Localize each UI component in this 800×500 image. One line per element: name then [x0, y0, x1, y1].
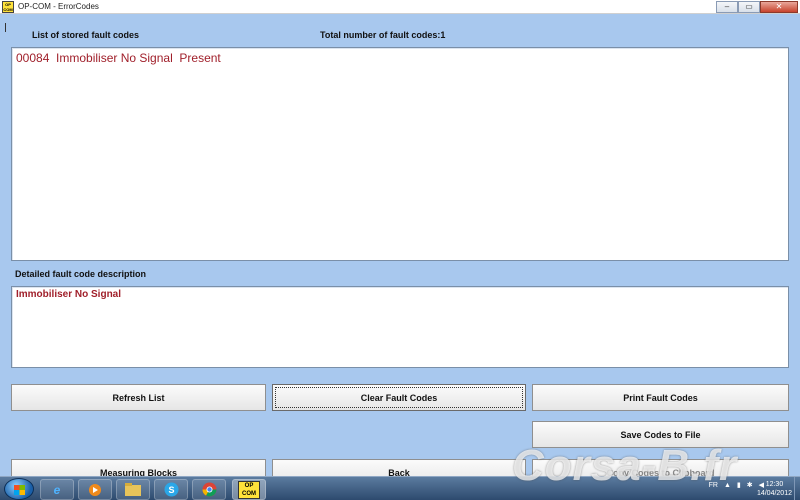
watermark: Corsa-B.fr: [512, 441, 738, 490]
clear-fault-codes-button[interactable]: Clear Fault Codes: [272, 384, 526, 411]
network-icon[interactable]: ▮: [737, 481, 741, 489]
opcom-app-icon: OP COM: [2, 0, 14, 13]
description-text: Immobiliser No Signal: [16, 289, 122, 300]
title-bar: OP COM OP-COM - ErrorCodes – ▭ ✕: [0, 0, 800, 14]
refresh-list-label: Refresh List: [112, 392, 165, 403]
print-fault-codes-label: Print Fault Codes: [623, 392, 698, 403]
print-fault-codes-button[interactable]: Print Fault Codes: [532, 384, 789, 411]
show-desktop-button[interactable]: [794, 477, 800, 500]
clock[interactable]: 12:30 14/04/2012: [757, 480, 792, 498]
chrome-icon[interactable]: [192, 479, 226, 500]
total-codes-label: Total number of fault codes:1: [320, 30, 446, 40]
window-title: OP-COM - ErrorCodes: [18, 2, 99, 11]
clock-time: 12:30: [765, 481, 784, 488]
windows-start-icon[interactable]: [4, 478, 34, 500]
fault-codes-list[interactable]: 00084 Immobiliser No Signal Present: [11, 47, 789, 261]
skype-icon[interactable]: S: [154, 479, 188, 500]
stored-codes-heading: List of stored fault codes: [32, 30, 140, 40]
minimize-button[interactable]: –: [716, 1, 738, 13]
description-heading: Detailed fault code description: [15, 269, 147, 279]
media-player-icon[interactable]: [78, 479, 112, 500]
fault-code-row[interactable]: 00084 Immobiliser No Signal Present: [12, 48, 788, 68]
opcom-taskbar-button[interactable]: OP COM: [232, 479, 266, 500]
text-cursor: [5, 23, 6, 32]
close-button[interactable]: ✕: [760, 1, 798, 13]
bluetooth-icon[interactable]: ✱: [747, 481, 753, 489]
clock-date: 14/04/2012: [756, 490, 792, 497]
save-codes-label: Save Codes to File: [620, 429, 701, 440]
opcom-icon: OP COM: [238, 480, 260, 499]
clear-fault-codes-label: Clear Fault Codes: [360, 392, 438, 403]
file-explorer-icon[interactable]: [116, 479, 150, 500]
maximize-button[interactable]: ▭: [738, 1, 760, 13]
description-box[interactable]: Immobiliser No Signal: [11, 286, 789, 368]
refresh-list-button[interactable]: Refresh List: [11, 384, 266, 411]
svg-text:S: S: [168, 485, 174, 495]
internet-explorer-icon[interactable]: e: [40, 479, 74, 500]
